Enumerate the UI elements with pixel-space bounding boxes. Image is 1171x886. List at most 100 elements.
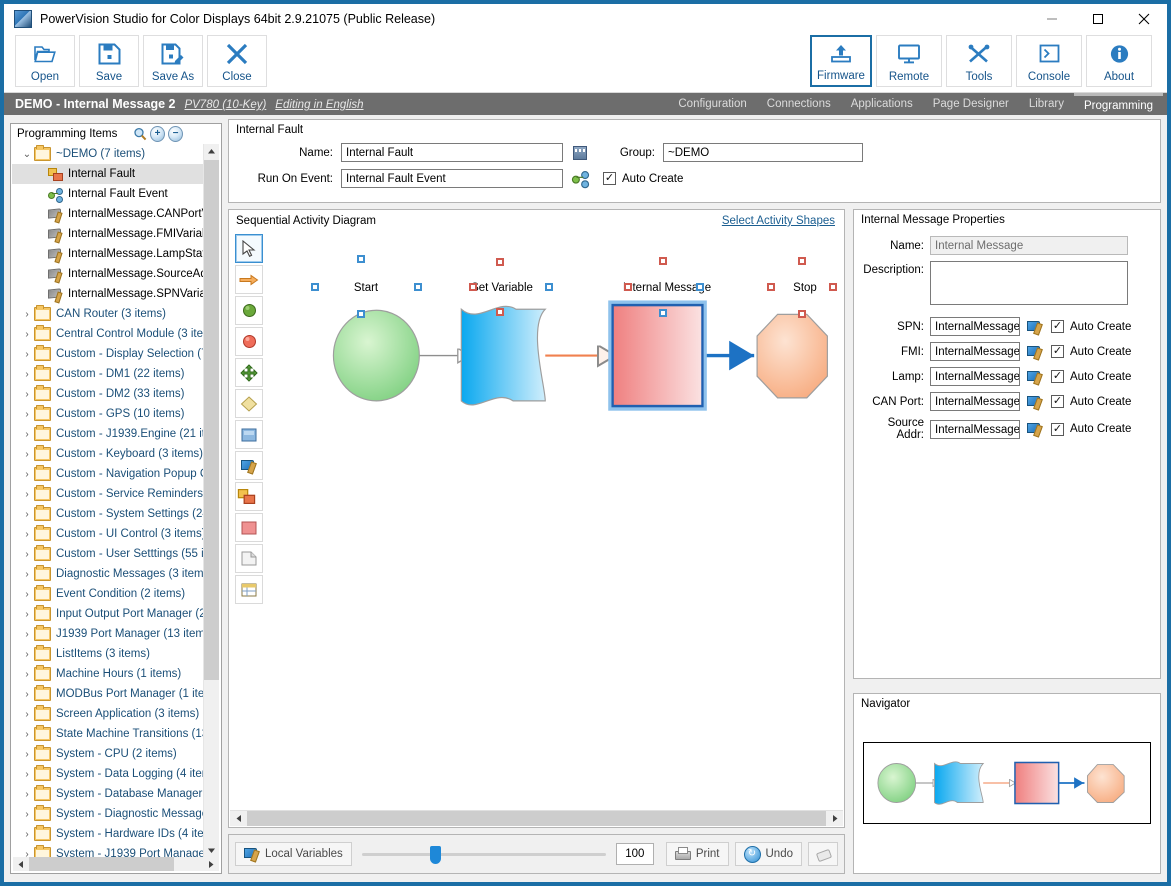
scroll-down-icon[interactable] — [204, 843, 219, 858]
search-icon[interactable] — [132, 126, 147, 141]
chevron-right-icon[interactable]: › — [20, 709, 34, 720]
handle-start-bottom[interactable] — [357, 310, 365, 318]
tree-item[interactable]: › Custom - Keyboard (3 items) — [12, 444, 205, 464]
prop-sourceaddr-input[interactable]: InternalMessage.S — [930, 419, 1020, 439]
tree-item[interactable]: › Central Control Module (3 items — [12, 324, 205, 344]
chevron-right-icon[interactable]: › — [20, 329, 34, 340]
tab-page-designer[interactable]: Page Designer — [923, 93, 1019, 115]
console-button[interactable]: Console — [1016, 35, 1082, 87]
prop-fmi-input[interactable]: InternalMessage.F — [930, 342, 1020, 361]
start-node-tool[interactable] — [235, 296, 263, 325]
tree-item[interactable]: › System - Hardware IDs (4 items — [12, 824, 205, 844]
tree-hscroll-thumb[interactable] — [29, 857, 174, 871]
zoom-slider-knob[interactable] — [430, 846, 442, 864]
handle-message-left[interactable] — [624, 283, 632, 291]
multi-arrow-tool[interactable] — [235, 358, 263, 387]
zoom-slider[interactable] — [361, 842, 606, 866]
diagram-hscroll-thumb[interactable] — [247, 811, 826, 826]
set-variable-tool[interactable] — [235, 451, 263, 480]
chevron-down-icon[interactable]: ⌄ — [20, 149, 34, 160]
tab-library[interactable]: Library — [1019, 93, 1074, 115]
chevron-right-icon[interactable]: › — [20, 369, 34, 380]
tab-applications[interactable]: Applications — [841, 93, 923, 115]
tree-item[interactable]: › Screen Application (3 items) — [12, 704, 205, 724]
fmi-variable-icon[interactable] — [1027, 345, 1043, 359]
handle-start-left[interactable] — [311, 283, 319, 291]
scroll-right-icon[interactable] — [204, 857, 219, 871]
tree-item[interactable]: › J1939 Port Manager (13 items) — [12, 624, 205, 644]
tree-item[interactable]: Internal Fault — [12, 164, 205, 184]
tree-item[interactable]: Internal Fault Event — [12, 184, 205, 204]
chevron-right-icon[interactable]: › — [20, 729, 34, 740]
handle-stop-top[interactable] — [798, 257, 806, 265]
activity-box-tool[interactable] — [235, 420, 263, 449]
tree-item[interactable]: › Custom - J1939.Engine (21 iter — [12, 424, 205, 444]
tree-horizontal-scrollbar[interactable] — [13, 857, 219, 871]
local-variables-button[interactable]: Local Variables — [235, 842, 352, 866]
language-link[interactable]: Editing in English — [275, 99, 363, 111]
prop-lamp-input[interactable]: InternalMessage.L — [930, 367, 1020, 386]
tab-programming[interactable]: Programming — [1073, 93, 1163, 115]
tree-item[interactable]: › Custom - User Setttings (55 iter — [12, 544, 205, 564]
chevron-right-icon[interactable]: › — [20, 649, 34, 660]
tree-item[interactable]: InternalMessage.CANPortVari — [12, 204, 205, 224]
tree-item[interactable]: › CAN Router (3 items) — [12, 304, 205, 324]
auto-create-checkbox[interactable]: ✓ — [603, 172, 616, 185]
tree-item[interactable]: › Event Condition (2 items) — [12, 584, 205, 604]
tree-item[interactable]: › System - Diagnostic Messages — [12, 804, 205, 824]
tree-vertical-scrollbar[interactable] — [203, 144, 219, 858]
tree-item[interactable]: › System - J1939 Port Manager ( — [12, 844, 205, 858]
chevron-right-icon[interactable]: › — [20, 569, 34, 580]
chevron-right-icon[interactable]: › — [20, 789, 34, 800]
handle-stop-left[interactable] — [767, 283, 775, 291]
navigator-viewport[interactable] — [863, 742, 1151, 824]
tree-item[interactable]: › MODBus Port Manager (1 item — [12, 684, 205, 704]
tree-item[interactable]: InternalMessage.SPNVariable — [12, 284, 205, 304]
firmware-button[interactable]: Firmware — [810, 35, 872, 87]
chevron-right-icon[interactable]: › — [20, 309, 34, 320]
tree-scroll-thumb[interactable] — [204, 160, 219, 680]
tree-item[interactable]: › Input Output Port Manager (2 i — [12, 604, 205, 624]
group-input[interactable]: ~DEMO — [663, 143, 863, 162]
pointer-tool[interactable] — [235, 234, 263, 263]
chevron-right-icon[interactable]: › — [20, 829, 34, 840]
fmi-auto-create-checkbox[interactable]: ✓ — [1051, 345, 1064, 358]
tree-item[interactable]: › Custom - DM1 (22 items) — [12, 364, 205, 384]
maximize-button[interactable] — [1075, 4, 1121, 34]
tree-item[interactable]: › Machine Hours (1 items) — [12, 664, 205, 684]
event-node-icon[interactable] — [571, 171, 590, 189]
chevron-right-icon[interactable]: › — [20, 449, 34, 460]
open-button[interactable]: Open — [15, 35, 75, 87]
chevron-right-icon[interactable]: › — [20, 489, 34, 500]
chevron-right-icon[interactable]: › — [20, 629, 34, 640]
tree-item[interactable]: › System - Database Manager (1 — [12, 784, 205, 804]
tree-item[interactable]: InternalMessage.SourceAddr — [12, 264, 205, 284]
tree-item[interactable]: › Custom - Display Selection (7 it — [12, 344, 205, 364]
canport-auto-create-checkbox[interactable]: ✓ — [1051, 395, 1064, 408]
tree-item[interactable]: InternalMessage.FMIVariable — [12, 224, 205, 244]
chevron-right-icon[interactable]: › — [20, 809, 34, 820]
expand-all-icon[interactable]: + — [150, 125, 165, 142]
message-box-tool[interactable] — [235, 513, 263, 542]
chevron-right-icon[interactable]: › — [20, 429, 34, 440]
tab-connections[interactable]: Connections — [757, 93, 841, 115]
spn-variable-icon[interactable] — [1027, 320, 1043, 334]
name-input[interactable]: Internal Fault — [341, 143, 563, 162]
about-button[interactable]: About — [1086, 35, 1152, 87]
sourceaddr-auto-create-checkbox[interactable]: ✓ — [1051, 422, 1064, 436]
stop-node-tool[interactable] — [235, 327, 263, 356]
chevron-right-icon[interactable]: › — [20, 609, 34, 620]
tools-button[interactable]: Tools — [946, 35, 1012, 87]
tree-item[interactable]: › Custom - Navigation Popup Co — [12, 464, 205, 484]
chevron-right-icon[interactable]: › — [20, 589, 34, 600]
decision-diamond-tool[interactable] — [235, 389, 263, 418]
chevron-right-icon[interactable]: › — [20, 349, 34, 360]
minimize-button[interactable] — [1029, 4, 1075, 34]
table-tool[interactable] — [235, 575, 263, 604]
undo-button[interactable]: ↻ Undo — [734, 842, 802, 866]
function-block-tool[interactable] — [235, 482, 263, 511]
chevron-right-icon[interactable]: › — [20, 469, 34, 480]
diagram-canvas[interactable]: Start Set Variable Internal Message Stop — [269, 234, 843, 811]
select-activity-shapes-link[interactable]: Select Activity Shapes — [722, 215, 835, 227]
chevron-right-icon[interactable]: › — [20, 529, 34, 540]
